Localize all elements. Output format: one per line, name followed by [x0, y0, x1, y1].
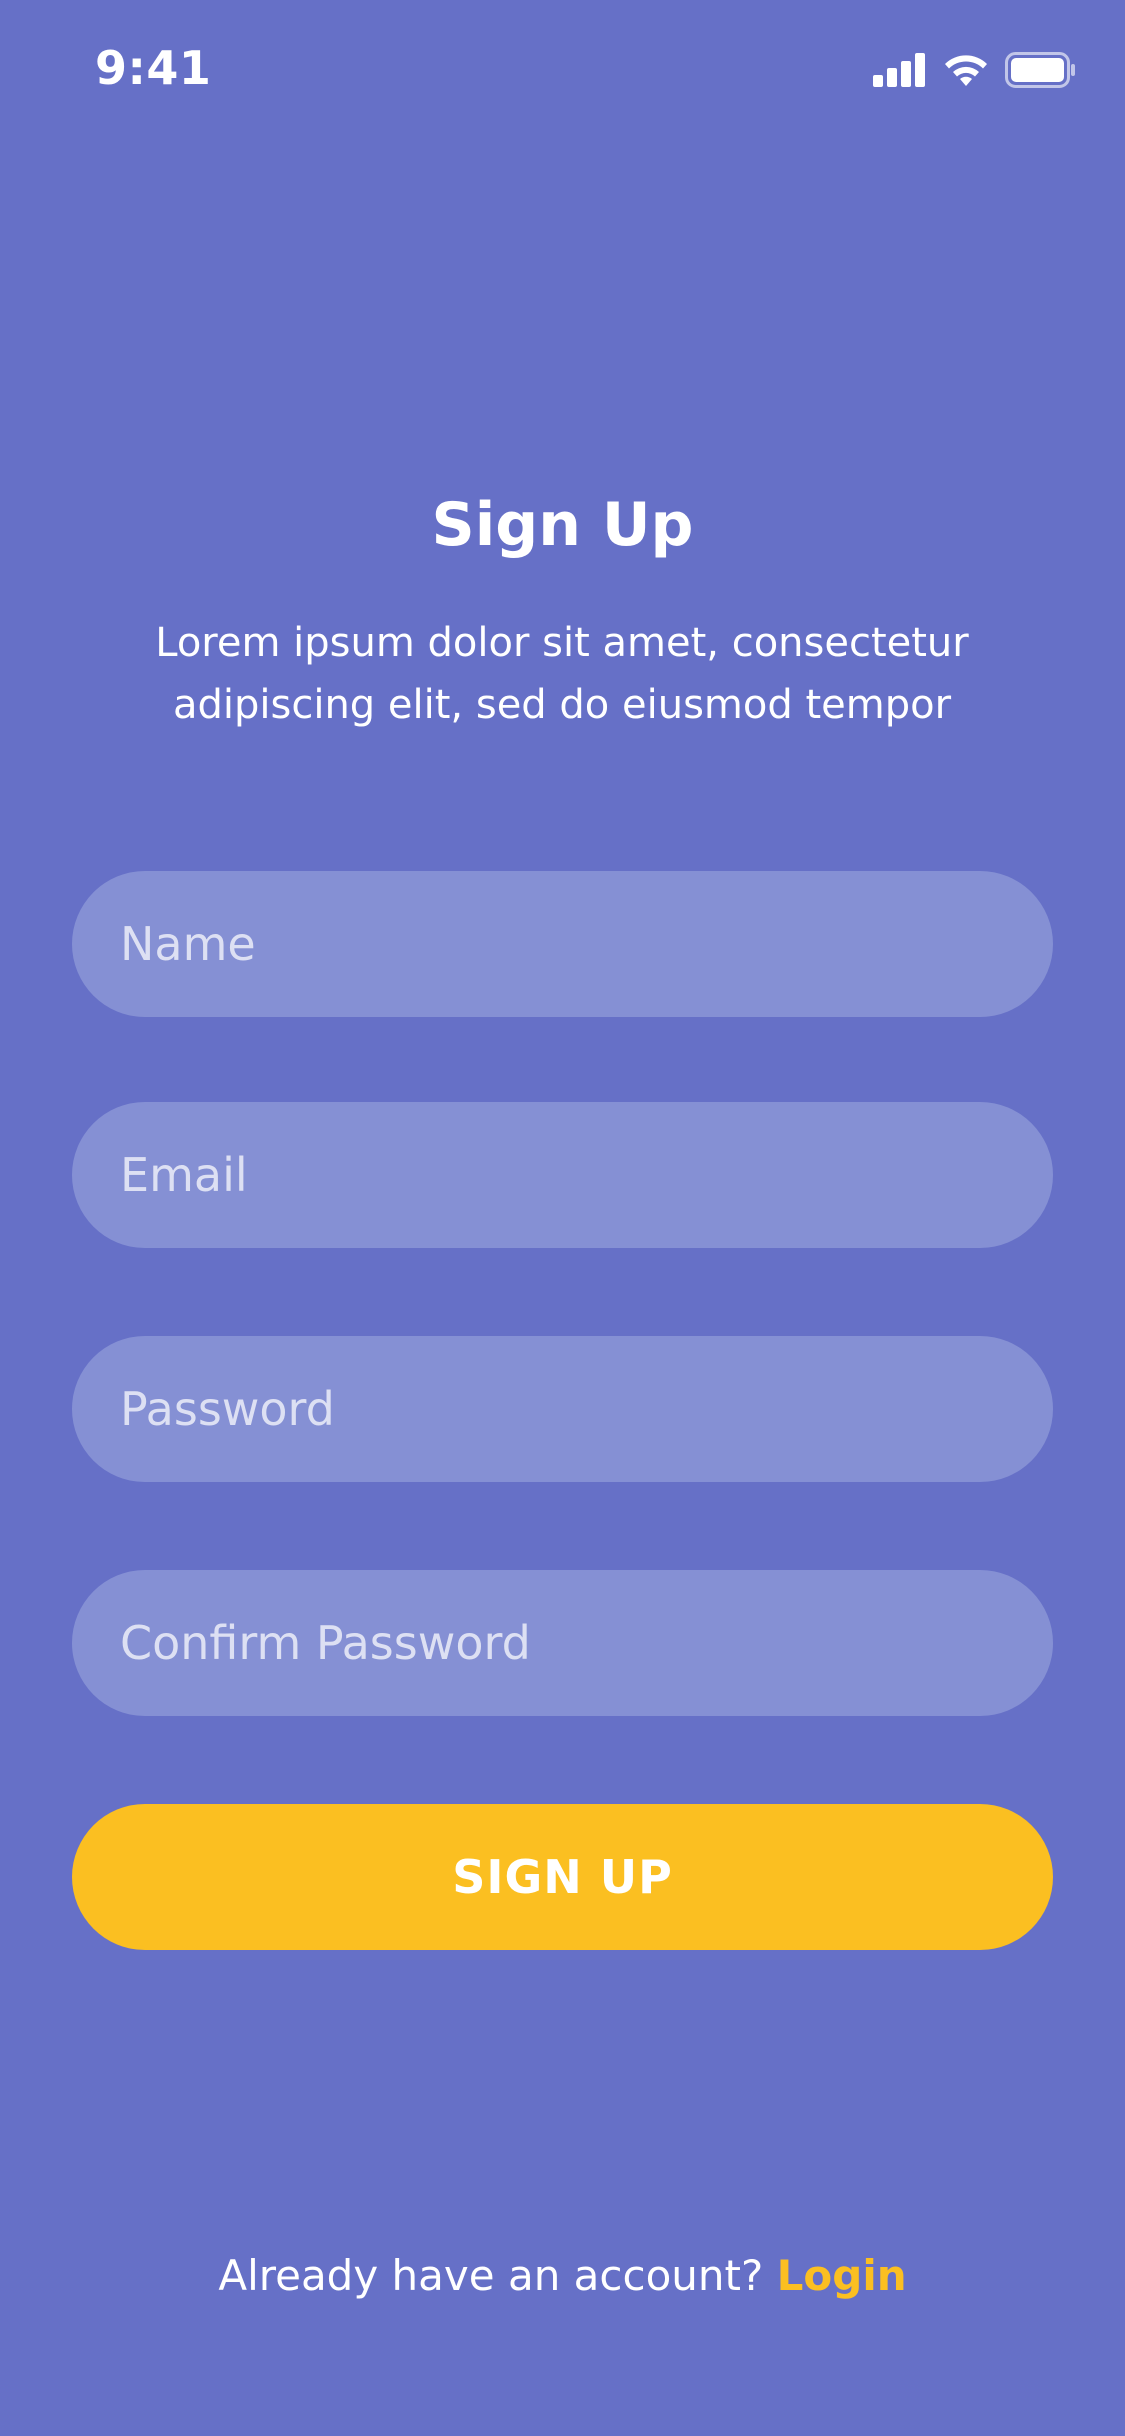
name-field[interactable] [72, 871, 1053, 1017]
status-bar: 9:41 [0, 0, 1125, 140]
login-prompt: Already have an account? Login [0, 2246, 1125, 2306]
password-input[interactable] [120, 1336, 1005, 1482]
battery-icon [1005, 52, 1077, 88]
cellular-signal-icon [873, 53, 927, 87]
status-time: 9:41 [95, 41, 212, 95]
status-icons [873, 48, 1077, 92]
email-input[interactable] [120, 1102, 1005, 1248]
name-input[interactable] [120, 871, 1005, 1017]
subtitle-line-1: Lorem ipsum dolor sit amet, consectetur [155, 620, 969, 666]
sign-up-button[interactable]: SIGN UP [72, 1804, 1053, 1950]
page-subtitle: Lorem ipsum dolor sit amet, consectetur … [112, 612, 1012, 736]
email-field[interactable] [72, 1102, 1053, 1248]
login-prompt-text: Already have an account? [218, 2251, 764, 2300]
password-field[interactable] [72, 1336, 1053, 1482]
signup-screen: 9:41 Sign Up Lorem ipsum dolor sit amet,… [0, 0, 1125, 2436]
confirm-password-input[interactable] [120, 1570, 1005, 1716]
login-link[interactable]: Login [777, 2251, 907, 2300]
confirm-password-field[interactable] [72, 1570, 1053, 1716]
wifi-icon [941, 52, 991, 88]
subtitle-line-2: adipiscing elit, sed do eiusmod tempor [172, 682, 952, 728]
page-title: Sign Up [431, 490, 694, 560]
